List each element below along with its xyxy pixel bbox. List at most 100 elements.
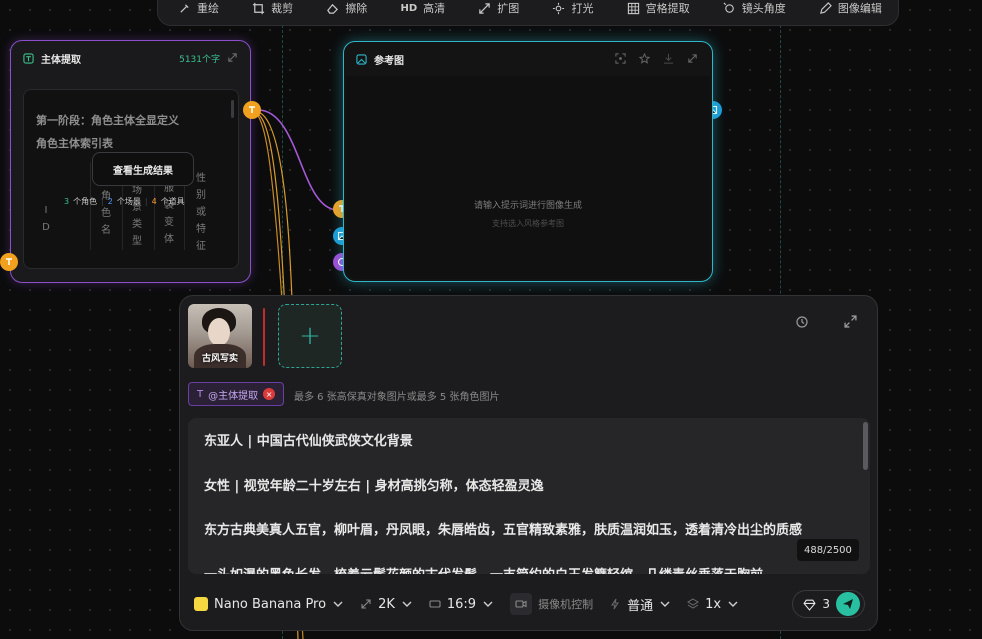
generation-settings: Nano Banana Pro 2K 16:9 摄像机控制 普通 1x 3 [194,590,865,618]
count-selector[interactable]: 1x [687,597,739,612]
camera-label: 摄像机控制 [538,598,594,611]
chevron-down-icon [728,601,738,607]
download-icon[interactable] [663,53,674,64]
send-icon [843,599,853,609]
toolbar-label: 擦除 [345,2,368,15]
prompt-panel: 古风写实 + T @主体提取 × 最多 6 张高保真对象图片或最多 5 张角色图… [179,295,878,631]
history-icon[interactable] [795,315,809,329]
cost-value: 3 [822,597,830,611]
index-heading: 角色主体索引表 [36,137,113,150]
layers-icon [687,598,700,609]
table-header-id: ID [42,205,50,233]
resolution-selector[interactable]: 2K [360,597,413,612]
prop-count: 4 [151,197,157,206]
stage-heading: 第一阶段：角色主体全显定义 [36,114,179,127]
camera-glyph [515,600,527,608]
toolbar-label: 扩图 [497,2,520,15]
brush-icon [180,3,189,13]
remove-tag-icon[interactable]: × [263,388,276,400]
toolbar-erase[interactable]: 擦除 [326,0,367,16]
reference-divider [263,308,265,366]
table-header-gender: 性别或特征 [196,173,206,252]
expand-icon[interactable] [227,52,238,63]
subject-reference-tag[interactable]: T @主体提取 × [188,382,285,406]
subject-extract-node[interactable]: 主体提取 5131个字 第一阶段：角色主体全显定义 角色主体索引表 ID 角色名… [10,40,251,283]
empty-subhint: 支持选入风格参考图 [492,219,564,228]
text-port-icon [6,258,12,265]
toolbar-redraw[interactable]: 重绘 [178,0,219,16]
lightning-icon [611,598,620,610]
fullscreen-icon[interactable] [844,315,857,328]
toolbar-hd[interactable]: HD 高清 [400,0,445,16]
mode-selector[interactable]: 普通 [609,595,671,614]
view-result-button[interactable]: 查看生成结果 [92,152,194,186]
prompt-line: 一头如瀑的黑色长发，梳着云鬓花颜的古代发髻，一支简约的白玉发簪轻绾，几缕青丝垂落… [204,564,763,574]
toolbar-label: 图像编辑 [837,2,882,15]
diamond-icon [803,599,816,611]
result-preview: 第一阶段：角色主体全显定义 角色主体索引表 ID 角色名 场景类型 服装变体 性… [23,89,239,269]
toolbar-label: 宫格提取 [645,2,690,15]
model-selector[interactable]: Nano Banana Pro [194,597,344,612]
toolbar-grid-extract[interactable]: 宫格提取 [627,0,690,16]
mode-value: 普通 [627,598,654,614]
add-reference-button[interactable]: + [278,304,342,368]
resolution-value: 2K [378,596,395,612]
expand-image-icon [479,2,491,14]
aspect-ratio-icon [429,600,441,608]
prop-label: 个道具 [160,197,185,206]
toolbar-lighting[interactable]: 打光 [552,0,593,16]
crop-icon [253,2,265,14]
scene-label: 个场景 [116,197,141,206]
hd-icon: HD [400,2,418,14]
text-input-port[interactable] [0,253,18,271]
prompt-textarea[interactable]: 东亚人 | 中国古代仙侠武侠文化背景 女性 | 视觉年龄二十岁左右 | 身材高挑… [188,418,870,574]
node-title: 参考图 [374,55,404,67]
light-icon [553,2,565,14]
role-label: 个角色 [73,197,98,206]
star-icon[interactable] [639,53,650,64]
table-header-costume: 服装变体 [164,183,174,245]
image-generation-node[interactable]: 参考图 请输入提示词进行图像生成 支持选入风格参考图 [343,41,713,282]
prompt-scrollbar[interactable] [863,422,868,470]
send-button[interactable] [836,592,860,616]
resize-icon [361,599,371,609]
banana-icon [194,597,208,611]
text-node-icon [23,52,34,64]
role-count: 3 [64,197,70,206]
camera-angle-icon [723,2,734,13]
chevron-down-icon [660,601,670,607]
prompt-line: 东亚人 | 中国古代仙侠武侠文化背景 [204,434,413,449]
plus-icon: + [299,321,321,351]
scene-count: 2 [107,197,113,206]
pen-edit-icon [820,1,832,14]
grid-icon [627,2,639,14]
eraser-icon [327,3,339,14]
thumbnail-art [208,318,230,346]
reference-limit-hint: 最多 6 张高保真对象图片或最多 5 张角色图片 [294,392,500,403]
char-counter: 488/2500 [797,539,859,561]
ratio-selector[interactable]: 16:9 [429,597,494,612]
empty-hint: 请输入提示词进行图像生成 [473,201,582,211]
preview-scrollbar[interactable] [231,100,234,118]
style-caption: 古风写实 [201,354,238,364]
toolbar-camera-angle[interactable]: 镜头角度 [723,0,786,16]
image-toolbar: 重绘 裁剪 擦除 HD 高清 扩图 打光 宫格提取 镜头角度 图像编辑 [157,0,899,26]
chevron-down-icon [402,601,412,607]
camera-control[interactable]: 摄像机控制 [510,593,593,615]
tag-label: @主体提取 [208,390,259,402]
text-output-port[interactable] [243,101,261,119]
style-reference-thumbnail[interactable]: 古风写实 [188,304,252,368]
toolbar-expand-image[interactable]: 扩图 [478,0,519,16]
image-node-icon [356,53,367,65]
expand-icon[interactable] [687,53,698,64]
text-port-icon [249,106,255,113]
toolbar-crop[interactable]: 裁剪 [252,0,293,16]
model-name: Nano Banana Pro [214,596,327,612]
table-header-scene: 场景类型 [132,185,142,247]
text-tag-icon: T [197,388,204,400]
char-count: 5131个字 [179,55,220,65]
node-title: 主体提取 [41,54,81,66]
fit-view-icon[interactable] [615,53,626,64]
toolbar-image-edit[interactable]: 图像编辑 [819,0,882,16]
prompt-line: 东方古典美真人五官，柳叶眉，丹凤眼，朱唇皓齿，五官精致素雅，肤质温润如玉，透着清… [204,523,803,538]
